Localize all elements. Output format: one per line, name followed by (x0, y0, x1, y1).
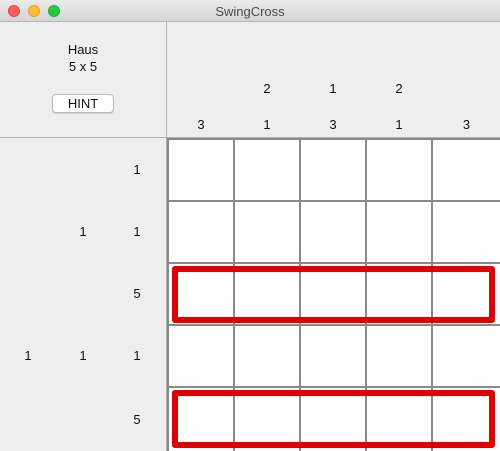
grid-cell[interactable] (433, 140, 500, 200)
column-clue: 1 (395, 117, 403, 132)
window-titlebar: SwingCross (0, 0, 500, 22)
column-clue: 1 (263, 117, 271, 132)
grid-cell[interactable] (235, 140, 299, 200)
row-clue: 5 (133, 411, 141, 427)
puzzle-grid (167, 138, 500, 451)
grid-cell[interactable] (433, 388, 500, 451)
grid-cell[interactable] (235, 264, 299, 324)
column-clues-panel: 3 2 1 1 3 2 1 3 (167, 22, 500, 138)
grid-cell[interactable] (301, 326, 365, 386)
row-clue: 1 (133, 348, 141, 363)
grid-cell[interactable] (235, 326, 299, 386)
grid-cell[interactable] (433, 264, 500, 324)
row-clue: 1 (24, 348, 32, 363)
grid-cell[interactable] (169, 326, 233, 386)
column-clue: 2 (263, 81, 271, 96)
grid-cell[interactable] (169, 388, 233, 451)
grid-cell[interactable] (169, 202, 233, 262)
grid-cell[interactable] (367, 388, 431, 451)
grid-cell[interactable] (367, 326, 431, 386)
column-clue: 3 (462, 117, 471, 132)
row-clue: 1 (79, 224, 87, 239)
row-clue: 5 (133, 286, 141, 301)
grid-cell[interactable] (301, 140, 365, 200)
puzzle-size: 5 x 5 (68, 59, 98, 74)
hint-button[interactable]: HINT (52, 94, 114, 113)
puzzle-name: Haus (67, 42, 99, 57)
grid-cell[interactable] (169, 264, 233, 324)
grid-cell[interactable] (367, 264, 431, 324)
column-clue: 3 (197, 117, 205, 132)
grid-cell[interactable] (301, 388, 365, 451)
row-clue: 1 (133, 162, 141, 177)
grid-cell[interactable] (433, 202, 500, 262)
grid-cell[interactable] (367, 140, 431, 200)
grid-cell[interactable] (169, 140, 233, 200)
column-clue: 1 (329, 81, 337, 96)
grid-cell[interactable] (301, 202, 365, 262)
grid-cell[interactable] (367, 202, 431, 262)
grid-cell[interactable] (235, 202, 299, 262)
window-title: SwingCross (215, 4, 285, 19)
row-clue: 1 (133, 224, 141, 239)
column-clue: 3 (329, 117, 337, 132)
puzzle-info-panel: Haus 5 x 5 HINT (0, 22, 167, 138)
grid-cell[interactable] (433, 326, 500, 386)
row-clues-panel: 1 1 1 5 1 1 1 5 (0, 138, 167, 451)
column-clue: 2 (395, 81, 403, 96)
row-clue: 1 (79, 348, 87, 363)
grid-cell[interactable] (235, 388, 299, 451)
grid-cell[interactable] (301, 264, 365, 324)
